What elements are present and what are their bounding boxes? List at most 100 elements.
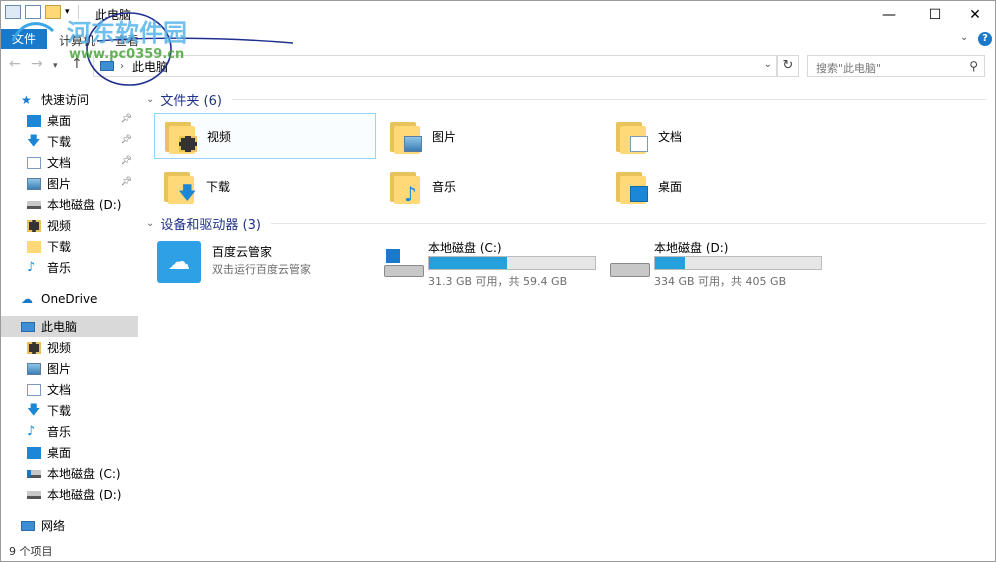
drive-free-space: 334 GB 可用，共 405 GB [654, 275, 787, 288]
chevron-down-icon[interactable]: ⌄ [146, 94, 154, 105]
pin-icon[interactable]: 📌︎ [121, 114, 132, 124]
drive-usage-fill [429, 257, 508, 269]
sidebar-item-label: 下载 [47, 240, 72, 254]
group-header-folders[interactable]: ⌄ 文件夹 (6) [146, 89, 986, 109]
sidebar-item-local-disk-d[interactable]: 本地磁盘 (D:) [1, 194, 138, 215]
folder-desktop[interactable]: 桌面 [606, 163, 828, 209]
sidebar-item-label: 文档 [47, 383, 72, 397]
sidebar-item-quick-access[interactable]: ★ 快速访问 [1, 89, 138, 110]
sidebar-item-pc-videos[interactable]: 视频 [1, 337, 138, 358]
desktop-icon [27, 114, 41, 127]
app-baidu-cloud[interactable]: ☁ 百度云管家 双击运行百度云管家 [154, 239, 376, 289]
folder-label: 图片 [432, 129, 457, 144]
chevron-right-icon[interactable]: › [120, 61, 124, 72]
folder-pictures[interactable]: 图片 [380, 113, 602, 159]
folder-label: 视频 [207, 129, 232, 144]
folder-music[interactable]: ♪ 音乐 [380, 163, 602, 209]
folder-icon [165, 118, 199, 154]
file-list: ⌄ 文件夹 (6) 视频 图片 文档 🡇 下载 ♪ 音乐 桌面 ⌄ 设备和驱动器… [146, 87, 995, 537]
drive-local-disk-c[interactable]: 本地磁盘 (C:) 31.3 GB 可用，共 59.4 GB [380, 239, 602, 289]
sidebar-item-label: 快速访问 [41, 93, 90, 107]
folder-icon [27, 240, 41, 253]
drive-local-disk-d[interactable]: 本地磁盘 (D:) 334 GB 可用，共 405 GB [606, 239, 828, 289]
pc-icon [21, 321, 35, 332]
sidebar-item-label: 本地磁盘 (C:) [47, 467, 121, 481]
drive-free-space: 31.3 GB 可用，共 59.4 GB [428, 275, 568, 288]
sidebar-item-label: OneDrive [41, 291, 98, 306]
recent-locations-icon[interactable]: ▾ [53, 61, 58, 71]
film-icon [27, 219, 41, 232]
app-name: 百度云管家 [212, 245, 273, 259]
new-folder-icon[interactable] [45, 5, 61, 19]
pc-icon [100, 61, 114, 71]
up-arrow-icon[interactable]: ↑ [71, 56, 83, 72]
sidebar-item-documents[interactable]: 文档 📌︎ [1, 152, 138, 173]
back-arrow-icon[interactable]: ← [9, 56, 21, 72]
tab-file[interactable]: 文件 [1, 29, 47, 49]
group-header-devices[interactable]: ⌄ 设备和驱动器 (3) [146, 213, 986, 233]
sidebar-item-this-pc[interactable]: 此电脑 [1, 316, 138, 337]
pin-icon[interactable]: 📌︎ [121, 156, 132, 166]
folder-videos[interactable]: 视频 [154, 113, 376, 159]
chevron-down-icon[interactable]: ⌄ [146, 218, 154, 229]
drive-name: 本地磁盘 (D:) [654, 241, 729, 255]
film-icon [27, 341, 41, 354]
desktop-icon [630, 186, 648, 202]
pin-icon[interactable]: 📌︎ [121, 135, 132, 145]
pin-icon[interactable]: 📌︎ [121, 177, 132, 187]
drive-name: 本地磁盘 (C:) [428, 241, 502, 255]
tab-view[interactable]: 查看 [115, 32, 139, 49]
forward-arrow-icon[interactable]: → [31, 56, 43, 72]
system-drive-icon [384, 249, 424, 279]
search-icon[interactable]: ⚲ [969, 59, 978, 73]
sidebar-item-pc-desktop[interactable]: 桌面 [1, 442, 138, 463]
breadcrumb[interactable]: 此电脑 [132, 58, 168, 75]
sidebar-item-pc-pictures[interactable]: 图片 [1, 358, 138, 379]
baidu-cloud-icon: ☁ [157, 241, 201, 283]
properties-icon[interactable] [25, 5, 41, 19]
sidebar-item-downloads[interactable]: 🡇 下载 📌︎ [1, 131, 138, 152]
sidebar-item-pc-local-disk-c[interactable]: 本地磁盘 (C:) [1, 463, 138, 484]
sidebar-item-label: 下载 [47, 404, 72, 418]
sidebar-item-videos[interactable]: 视频 [1, 215, 138, 236]
sidebar-item-network[interactable]: 网络 [1, 515, 138, 536]
address-bar[interactable]: › 此电脑 ⌄ [93, 55, 777, 77]
sidebar-item-pc-documents[interactable]: 文档 [1, 379, 138, 400]
picture-icon [27, 362, 41, 375]
network-icon [21, 520, 35, 531]
sidebar-item-label: 文档 [47, 156, 72, 170]
sidebar-item-downloads-folder[interactable]: 下载 [1, 236, 138, 257]
qat-dropdown-icon[interactable]: ▾ [65, 7, 70, 17]
tab-computer[interactable]: 计算机 [59, 32, 95, 49]
search-placeholder: 搜索"此电脑" [816, 62, 882, 75]
folder-downloads[interactable]: 🡇 下载 [154, 163, 376, 209]
sidebar-item-label: 图片 [47, 362, 72, 376]
refresh-button[interactable]: ↻ [777, 55, 799, 77]
sidebar-item-desktop[interactable]: 桌面 📌︎ [1, 110, 138, 131]
folder-documents[interactable]: 文档 [606, 113, 828, 159]
sidebar-item-label: 桌面 [47, 446, 72, 460]
sidebar-item-label: 本地磁盘 (D:) [47, 488, 122, 502]
sidebar-item-pc-music[interactable]: ♪ 音乐 [1, 421, 138, 442]
picture-icon [404, 136, 422, 152]
chevron-down-icon[interactable]: ⌄ [764, 59, 772, 70]
help-icon[interactable]: ? [978, 32, 992, 46]
sidebar-item-label: 视频 [47, 219, 72, 233]
folder-icon [616, 168, 650, 204]
sidebar-item-pc-downloads[interactable]: 🡇 下载 [1, 400, 138, 421]
sidebar-item-onedrive[interactable]: ☁ OneDrive [1, 288, 138, 309]
chevron-down-icon[interactable]: ⌄ [960, 32, 968, 43]
minimize-button[interactable]: — [866, 1, 912, 29]
download-arrow-icon: 🡇 [178, 183, 197, 204]
close-button[interactable]: ✕ [952, 1, 996, 29]
search-input[interactable]: 搜索"此电脑" ⚲ [807, 55, 985, 77]
navigation-bar: ← → ▾ ↑ › 此电脑 ⌄ ↻ 搜索"此电脑" ⚲ [1, 53, 995, 79]
group-title: 设备和驱动器 (3) [160, 217, 261, 233]
music-note-icon: ♪ [27, 259, 36, 275]
system-drive-icon [27, 469, 41, 478]
drive-icon [27, 490, 41, 499]
sidebar-item-pictures[interactable]: 图片 📌︎ [1, 173, 138, 194]
sidebar-item-pc-local-disk-d[interactable]: 本地磁盘 (D:) [1, 484, 138, 505]
document-icon [27, 156, 41, 169]
sidebar-item-music[interactable]: ♪ 音乐 [1, 257, 138, 278]
